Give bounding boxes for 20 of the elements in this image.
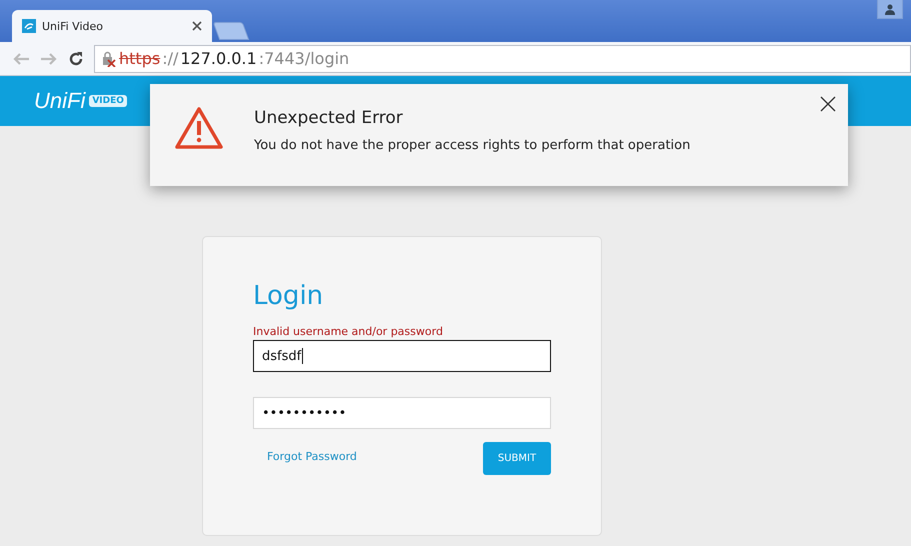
dialog-message: You do not have the proper access rights to perform that operation [254, 138, 690, 153]
browser-tab[interactable]: UniFi Video [12, 10, 212, 42]
close-icon[interactable] [192, 21, 202, 31]
dialog-title: Unexpected Error [254, 108, 404, 128]
logo-badge: VIDEO [89, 95, 127, 107]
login-title: Login [253, 281, 324, 311]
warning-icon [174, 106, 224, 150]
site-icon [22, 19, 36, 33]
person-icon [885, 4, 895, 14]
reload-icon[interactable] [68, 50, 84, 66]
new-tab-button[interactable] [212, 22, 250, 40]
input-field[interactable]: ••••••••••• [253, 397, 551, 429]
close-button[interactable] [820, 96, 836, 112]
broken-lock-icon [101, 50, 117, 66]
close-icon [820, 96, 836, 112]
error-text: Invalid username and/or password [253, 325, 444, 338]
input-field[interactable]: dsfsdf [253, 340, 551, 372]
logo-text: UniFi [34, 88, 86, 114]
address-bar[interactable]: https://127.0.0.1:7443/login [94, 44, 911, 72]
profile-button[interactable] [877, 0, 903, 19]
